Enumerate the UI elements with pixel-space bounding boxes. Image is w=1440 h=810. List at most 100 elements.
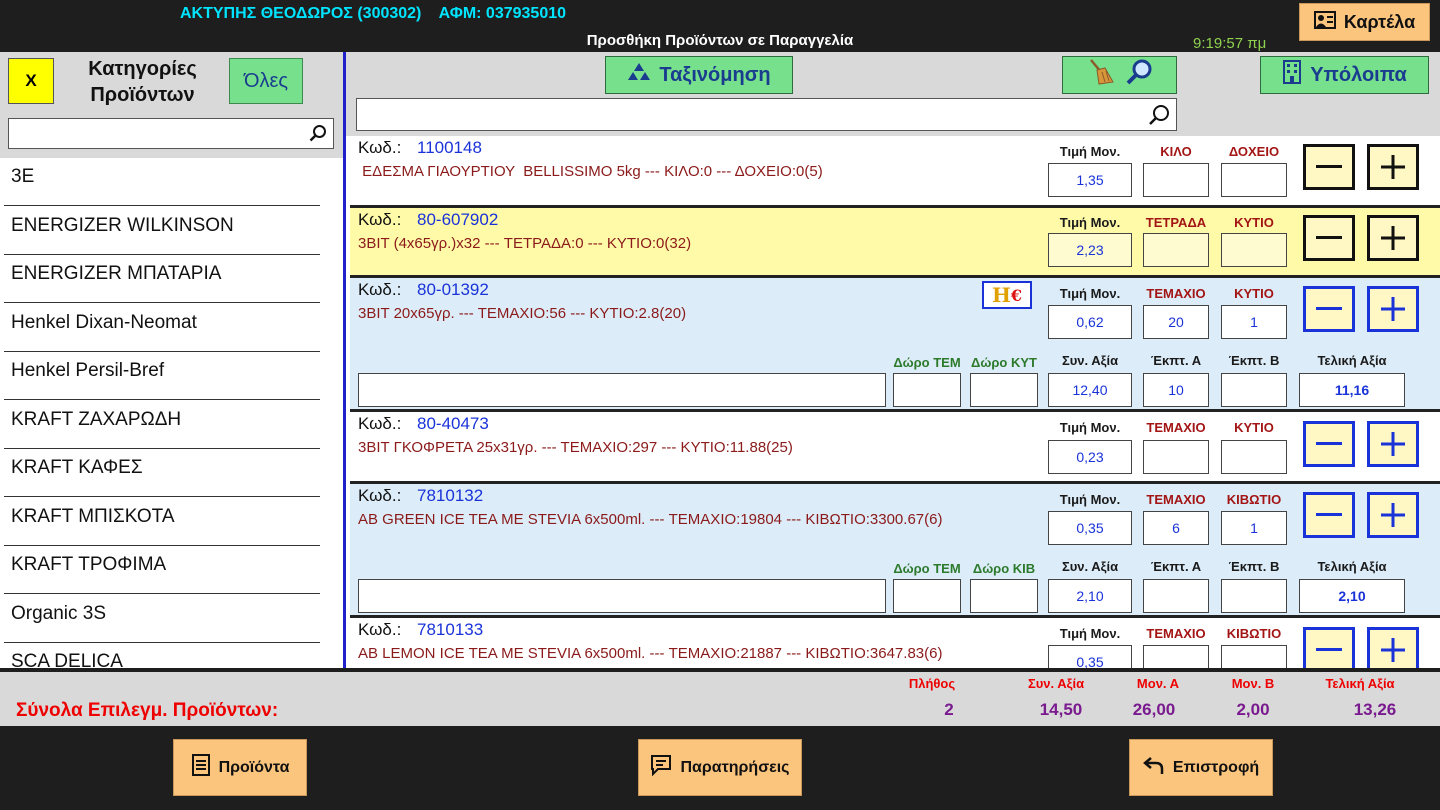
category-item[interactable]: KRAFT ΚΑΦΕΣ [4,449,320,497]
disc-b-field[interactable] [1221,373,1287,407]
final-value-field[interactable]: 2,10 [1299,579,1405,613]
increase-button[interactable] [1367,627,1419,668]
quantity1-field[interactable] [1143,440,1209,474]
quantity1-field[interactable]: 6 [1143,511,1209,545]
unit1-label: ΚΙΛΟ [1160,144,1192,159]
mon-a-label: Μον. Α [1136,676,1180,691]
category-list: 3E ENERGIZER WILKINSON ENERGIZER ΜΠΑΤΑΡΙΑ H… [0,158,343,668]
total-value-field[interactable]: 2,10 [1048,579,1132,613]
final-value-field[interactable]: 11,16 [1299,373,1405,407]
quantity1-field[interactable] [1143,233,1209,267]
product-row[interactable]: Κωδ.: 1100148 ΕΔΕΣΜΑ ΓΙΑΟΥΡΤΙΟΥ BELLISSI… [350,136,1440,208]
search-icon[interactable] [1148,104,1170,131]
category-item[interactable]: ENERGIZER ΜΠΑΤΑΡΙΑ [4,255,320,303]
gift-kib-label: Δώρο ΚΙΒ [972,561,1036,576]
final-value-label: Τελική Αξία [1325,676,1395,691]
unit-price-field[interactable]: 0,35 [1048,511,1132,545]
clear-category-button[interactable]: X [8,58,54,104]
product-row[interactable]: Κωδ.: 7810132 AB GREEN ICE TEA ME STEVIA… [350,484,1440,618]
unit-price-field[interactable]: 0,62 [1048,305,1132,339]
product-row[interactable]: Κωδ.: 80-01392 3ΒΙΤ 20x65γρ. --- ΤΕΜΑΧΙΟ… [350,278,1440,412]
decrease-button[interactable] [1303,215,1355,261]
increase-button[interactable] [1367,286,1419,332]
category-item[interactable]: KRAFT ΖΑΧΑΡΩΔΗ [4,401,320,449]
sort-button[interactable]: Ταξινόμηση [605,56,793,94]
quantity2-field[interactable] [1221,440,1287,474]
plus-icon [1381,432,1405,456]
quantity2-field[interactable] [1221,163,1287,197]
increase-button[interactable] [1367,215,1419,261]
category-item[interactable]: SCA DELICA [4,643,320,668]
unit-price-field[interactable]: 0,35 [1048,645,1132,668]
unit2-label: ΚΥΤΙΟ [1234,286,1274,301]
unit2-label: ΚΙΒΩΤΙΟ [1226,492,1282,507]
total-value: 14,50 [1039,700,1083,719]
product-row[interactable]: Κωδ.: 80-607902 3ΒΙΤ (4x65γρ.)x32 --- ΤΕ… [350,208,1440,278]
note-field[interactable] [358,579,886,613]
gift1-field[interactable] [893,579,961,613]
quantity1-field[interactable] [1143,163,1209,197]
mon-b-label: Μον. Β [1231,676,1275,691]
unit-price-field[interactable]: 1,35 [1048,163,1132,197]
product-row[interactable]: Κωδ.: 7810133 AB LEMON ICE TEA ME STEVIA… [350,618,1440,668]
disc-a-label: Έκπτ. Α [1150,559,1202,574]
plus-icon [1381,226,1405,250]
contact-card-icon [1313,10,1336,35]
quantity2-field[interactable]: 1 [1221,511,1287,545]
category-item[interactable]: Henkel Dixan-Neomat [4,304,320,352]
products-toolbar: Ταξινόμηση Υπόλοιπα [346,52,1440,136]
gift1-field[interactable] [893,373,961,407]
disc-a-field[interactable] [1143,579,1209,613]
back-button[interactable]: Επιστροφή [1129,739,1273,796]
plus-icon [1381,155,1405,179]
category-item[interactable]: KRAFT ΜΠΙΣΚΟΤΑ [4,498,320,546]
product-search-input[interactable] [356,98,1177,131]
product-code: 1100148 [417,138,482,157]
disc-a-field[interactable]: 10 [1143,373,1209,407]
decrease-button[interactable] [1303,144,1355,190]
decrease-button[interactable] [1303,492,1355,538]
plus-icon [1381,503,1405,527]
product-row[interactable]: Κωδ.: 80-40473 3ΒΙΤ ΓΚΟΦΡΕΤΑ 25x31γρ. --… [350,412,1440,484]
increase-button[interactable] [1367,492,1419,538]
notes-button[interactable]: Παρατηρήσεις [638,739,802,796]
all-categories-button[interactable]: Όλες [229,58,303,104]
category-item[interactable]: ENERGIZER WILKINSON [4,207,320,255]
category-search-input[interactable] [8,118,334,149]
gift2-field[interactable] [970,579,1038,613]
clear-search-button[interactable] [1062,56,1177,94]
category-item[interactable]: KRAFT ΤΡΟΦΙΜΑ [4,546,320,594]
quantity2-field[interactable] [1221,233,1287,267]
quantity2-field[interactable]: 1 [1221,305,1287,339]
clock: 9:19:57 πμ [1193,35,1267,52]
note-field[interactable] [358,373,886,407]
decrease-button[interactable] [1303,286,1355,332]
gift2-field[interactable] [970,373,1038,407]
code-label: Κωδ.: [358,620,402,639]
quantity2-field[interactable] [1221,645,1287,668]
products-button[interactable]: Προϊόντα [173,739,307,796]
increase-button[interactable] [1367,421,1419,467]
category-item[interactable]: Henkel Persil-Bref [4,352,320,400]
kartela-button[interactable]: Καρτέλα [1299,3,1430,41]
increase-button[interactable] [1367,144,1419,190]
total-value-field[interactable]: 12,40 [1048,373,1132,407]
unit-price-label: Τιμή Μον. [1059,626,1121,641]
balance-button[interactable]: Υπόλοιπα [1260,56,1429,94]
unit-price-field[interactable]: 2,23 [1048,233,1132,267]
category-item[interactable]: 3E [4,158,320,206]
category-item[interactable]: Organic 3S [4,595,320,643]
unit-price-field[interactable]: 0,23 [1048,440,1132,474]
disc-b-field[interactable] [1221,579,1287,613]
total-value-label: Συν. Αξία [1061,559,1119,574]
quantity1-field[interactable]: 20 [1143,305,1209,339]
decrease-button[interactable] [1303,421,1355,467]
product-code: 80-40473 [417,414,489,433]
product-code: 7810132 [417,486,484,505]
decrease-button[interactable] [1303,627,1355,668]
quantity1-field[interactable] [1143,645,1209,668]
product-code: 80-607902 [417,210,499,229]
price-offer-badge: H € [982,281,1032,309]
broom-icon [1087,58,1117,92]
search-icon[interactable] [309,124,327,147]
